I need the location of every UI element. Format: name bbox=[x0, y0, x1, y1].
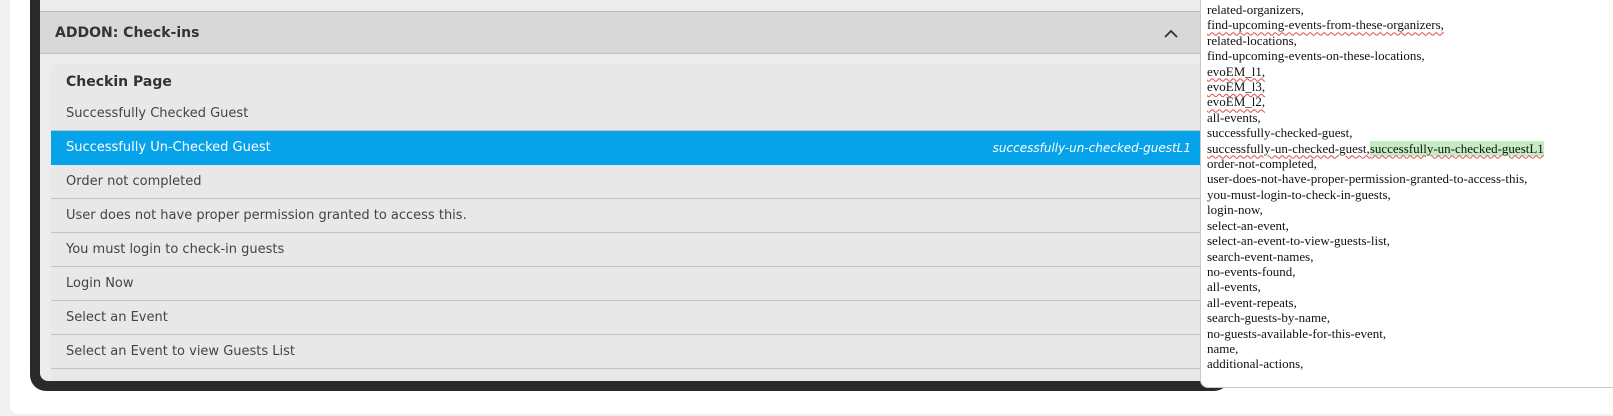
addon-panel-inner: ADDON: Check-ins Checkin Page Successful… bbox=[40, 0, 1220, 381]
textarea-line: you-must-login-to-check-in-guests, bbox=[1207, 186, 1391, 202]
textarea-line: user-does-not-have-proper-permission-gra… bbox=[1207, 171, 1528, 187]
textarea-line: all-event-repeats, bbox=[1207, 294, 1297, 310]
table-row[interactable]: Login Now bbox=[51, 267, 1206, 301]
addon-checkins-header[interactable]: ADDON: Check-ins bbox=[40, 12, 1220, 54]
textarea-line: select-an-event, bbox=[1207, 217, 1289, 233]
table-row[interactable]: Successfully Checked Guest bbox=[51, 97, 1206, 131]
table-row-active[interactable]: Successfully Un-Checked Guest successful… bbox=[51, 131, 1206, 165]
textarea-line: name, bbox=[1207, 340, 1239, 356]
textarea-line: related-locations, bbox=[1207, 32, 1297, 48]
addon-panel: ADDON: Check-ins Checkin Page Successful… bbox=[30, 0, 1230, 391]
table-row[interactable]: User does not have proper permission gra… bbox=[51, 199, 1206, 233]
table-row[interactable]: You must login to check-in guests bbox=[51, 233, 1206, 267]
highlighted-key: successfully-un-checked-guestL1 bbox=[1369, 140, 1544, 156]
previous-section-strip bbox=[40, 0, 1220, 12]
row-label: You must login to check-in guests bbox=[66, 242, 285, 257]
textarea-line: order-not-completed, bbox=[1207, 156, 1317, 172]
chevron-up-icon[interactable] bbox=[1160, 22, 1182, 44]
row-label: User does not have proper permission gra… bbox=[66, 208, 467, 223]
row-value: successfully-un-checked-guestL1 bbox=[992, 140, 1191, 155]
textarea-line-highlighted: successfully-un-checked-guest,successful… bbox=[1207, 140, 1544, 156]
row-label: Select an Event bbox=[66, 310, 168, 325]
textarea-line: successfully-checked-guest, bbox=[1207, 125, 1353, 141]
textarea-line: all-events, bbox=[1207, 279, 1261, 295]
textarea-line: evoEM_l2, bbox=[1207, 94, 1266, 110]
textarea-line: all-events, bbox=[1207, 109, 1261, 125]
textarea-line: find-upcoming-events-on-these-locations, bbox=[1207, 48, 1425, 64]
row-label: Successfully Un-Checked Guest bbox=[66, 140, 271, 155]
row-label: Order not completed bbox=[66, 174, 202, 189]
table-row[interactable]: Select an Event bbox=[51, 301, 1206, 335]
language-rows: Successfully Checked Guest Successfully … bbox=[51, 97, 1206, 369]
textarea-line: find-upcoming-events-from-these-organize… bbox=[1207, 17, 1444, 33]
addon-title: ADDON: Check-ins bbox=[55, 24, 200, 41]
language-keys-textarea[interactable]: related-organizers, find-upcoming-events… bbox=[1200, 0, 1613, 388]
textarea-line: select-an-event-to-view-guests-list, bbox=[1207, 233, 1391, 249]
textarea-line: search-guests-by-name, bbox=[1207, 310, 1331, 326]
table-row[interactable]: Select an Event to view Guests List bbox=[51, 335, 1206, 369]
row-label: Login Now bbox=[66, 276, 134, 291]
textarea-line: no-guests-available-for-this-event, bbox=[1207, 325, 1387, 341]
textarea-line: login-now, bbox=[1207, 202, 1263, 218]
row-label: Select an Event to view Guests List bbox=[66, 344, 296, 359]
textarea-line: additional-actions, bbox=[1207, 356, 1304, 372]
table-row[interactable]: Order not completed bbox=[51, 165, 1206, 199]
textarea-line: no-events-found, bbox=[1207, 263, 1296, 279]
textarea-line: evoEM_l3, bbox=[1207, 79, 1266, 95]
textarea-line: search-event-names, bbox=[1207, 248, 1314, 264]
textarea-line: related-organizers, bbox=[1207, 2, 1304, 17]
textarea-line: evoEM_l1, bbox=[1207, 63, 1266, 79]
row-label: Successfully Checked Guest bbox=[66, 106, 249, 121]
section-title: Checkin Page bbox=[66, 74, 172, 90]
checkin-page-section: Checkin Page Successfully Checked Guest … bbox=[51, 64, 1206, 381]
